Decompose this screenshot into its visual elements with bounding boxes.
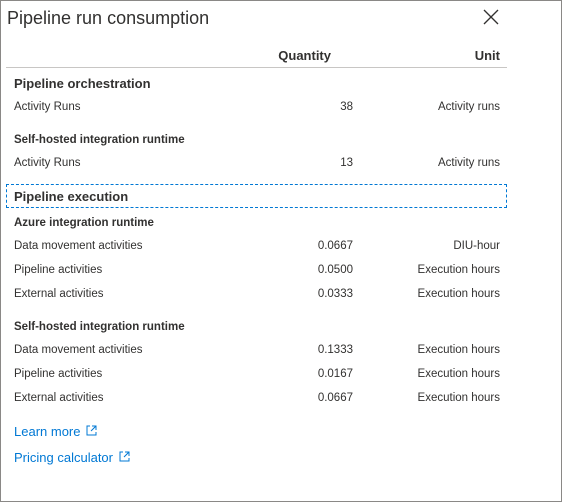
selfhosted-orchestration-subtitle: Self-hosted integration runtime	[14, 134, 185, 146]
row-unit: Execution hours	[417, 288, 500, 300]
row-label: Data movement activities	[14, 240, 143, 252]
external-link-icon	[86, 424, 97, 439]
table-row: External activities 0.0667 Execution hou…	[14, 392, 500, 408]
row-quantity: 0.0667	[317, 392, 353, 404]
row-label: Pipeline activities	[14, 368, 103, 380]
orchestration-section-title: Pipeline orchestration	[14, 76, 151, 91]
row-quantity: 38	[340, 101, 353, 113]
row-quantity: 0.0333	[317, 288, 353, 300]
pipeline-run-consumption-dialog: Pipeline run consumption Quantity Unit P…	[0, 0, 562, 502]
row-quantity: 0.1333	[317, 344, 353, 356]
unit-column-header: Unit	[474, 48, 500, 63]
row-label: External activities	[14, 392, 104, 404]
quantity-column-header: Quantity	[278, 48, 331, 63]
row-label: Activity Runs	[14, 101, 81, 113]
execution-section-title: Pipeline execution	[14, 189, 129, 204]
selfhosted-runtime-subtitle: Self-hosted integration runtime	[14, 321, 185, 333]
external-link-icon	[119, 450, 130, 465]
row-quantity: 0.0167	[317, 368, 353, 380]
close-button[interactable]	[481, 7, 501, 27]
learn-more-label: Learn more	[14, 424, 81, 439]
pricing-calculator-link[interactable]: Pricing calculator	[14, 450, 130, 465]
row-quantity: 0.0500	[317, 264, 353, 276]
learn-more-link[interactable]: Learn more	[14, 424, 97, 439]
row-label: Pipeline activities	[14, 264, 103, 276]
table-row: External activities 0.0333 Execution hou…	[14, 288, 500, 304]
row-unit: Execution hours	[417, 392, 500, 404]
column-header: Quantity Unit	[6, 45, 507, 68]
table-row: Data movement activities 0.0667 DIU-hour	[14, 240, 500, 256]
table-row: Data movement activities 0.1333 Executio…	[14, 344, 500, 360]
close-icon	[481, 7, 501, 27]
row-unit: Execution hours	[417, 368, 500, 380]
execution-section-header[interactable]: Pipeline execution	[6, 184, 507, 208]
row-label: External activities	[14, 288, 104, 300]
table-row: Pipeline activities 0.0167 Execution hou…	[14, 368, 500, 384]
row-label: Data movement activities	[14, 344, 143, 356]
row-unit: Activity runs	[438, 101, 500, 113]
row-quantity: 0.0667	[317, 240, 353, 252]
dialog-title: Pipeline run consumption	[7, 8, 210, 28]
table-row: Pipeline activities 0.0500 Execution hou…	[14, 264, 500, 280]
row-quantity: 13	[340, 157, 353, 169]
table-row: Activity Runs 13 Activity runs	[14, 157, 500, 173]
table-row: Activity Runs 38 Activity runs	[14, 101, 500, 117]
pricing-calculator-label: Pricing calculator	[14, 450, 113, 465]
row-unit: Execution hours	[417, 264, 500, 276]
azure-runtime-subtitle: Azure integration runtime	[14, 217, 154, 229]
row-unit: DIU-hour	[453, 240, 500, 252]
row-unit: Execution hours	[417, 344, 500, 356]
row-label: Activity Runs	[14, 157, 81, 169]
row-unit: Activity runs	[438, 157, 500, 169]
